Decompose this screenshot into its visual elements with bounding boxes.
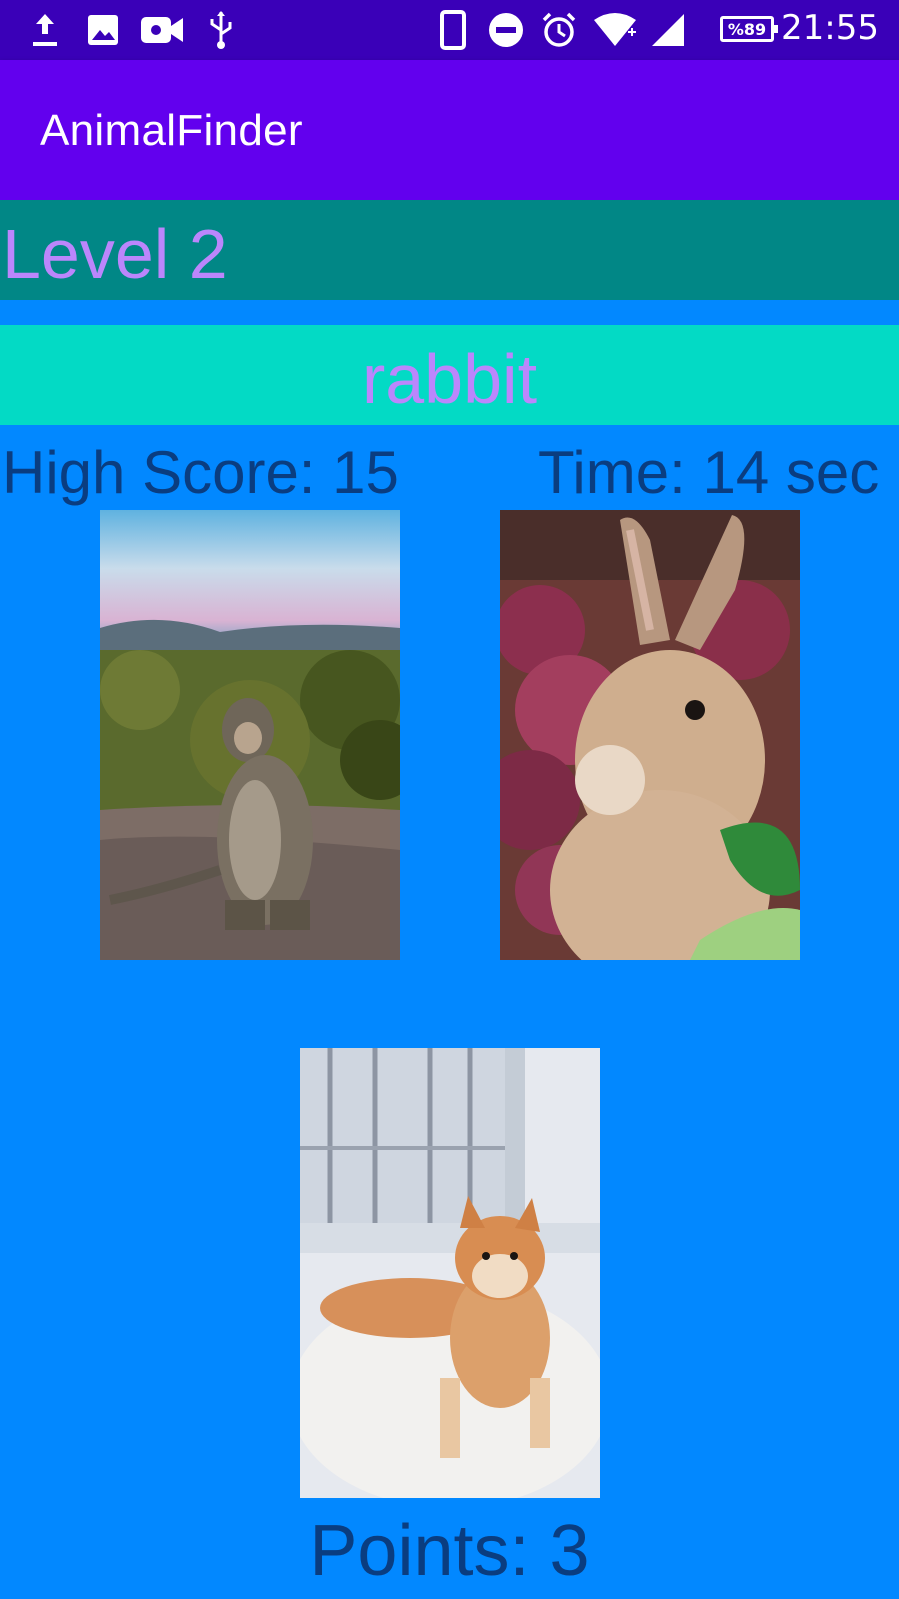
phone-icon: [440, 10, 466, 50]
target-animal-label: rabbit: [361, 340, 538, 418]
alarm-icon: [540, 10, 578, 50]
target-animal-banner: rabbit: [0, 325, 899, 425]
usb-icon: [206, 10, 236, 50]
app-bar: AnimalFinder: [0, 60, 899, 200]
wifi-icon: [592, 10, 638, 50]
points-label: Points: 3: [309, 1511, 590, 1591]
do-not-disturb-icon: [488, 10, 524, 50]
dog-image: [300, 1048, 600, 1498]
rabbit-image: [500, 510, 800, 960]
video-camera-icon: [140, 10, 184, 50]
rabbit-photo[interactable]: [500, 510, 800, 960]
image-icon: [86, 10, 120, 50]
dog-photo[interactable]: [300, 1048, 600, 1498]
battery-icon: %89: [720, 16, 778, 42]
monkey-photo[interactable]: [100, 510, 400, 960]
signal-icon: [650, 10, 686, 50]
upload-icon: [28, 10, 62, 50]
status-bar: %89 21:55: [0, 0, 899, 60]
status-clock: 21:55: [781, 8, 879, 48]
monkey-image: [100, 510, 400, 960]
timer-label: Time: 14 sec: [538, 439, 880, 506]
app-title: AnimalFinder: [40, 106, 303, 155]
level-label: Level 2: [2, 215, 228, 293]
level-banner: Level 2: [0, 200, 899, 300]
high-score-label: High Score: 15: [2, 439, 399, 506]
